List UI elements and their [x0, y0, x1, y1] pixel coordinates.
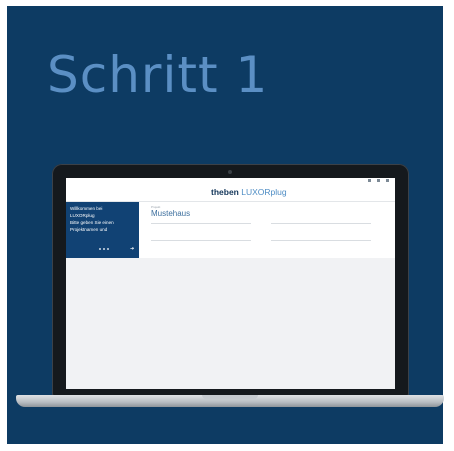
welcome-panel: Willkommen bei LUXORplug Bitte geben Sie… [66, 202, 139, 258]
minimize-icon[interactable] [368, 179, 371, 182]
project-form: Projekt Mustehaus [139, 202, 395, 258]
page-dot[interactable] [103, 248, 105, 250]
welcome-text-line: Willkommen bei [70, 206, 103, 211]
camera-icon [228, 170, 232, 174]
step-title: Schritt 1 [47, 46, 269, 104]
project-name-field[interactable]: Mustehaus [151, 209, 190, 219]
welcome-text-line: LUXORplug [70, 213, 95, 218]
page-dot[interactable] [99, 248, 101, 250]
welcome-text-line: Projektnamen und [70, 227, 108, 232]
empty-content-area [66, 258, 395, 389]
maximize-icon[interactable] [377, 179, 380, 182]
product-name: LUXORplug [241, 187, 287, 197]
laptop-notch [202, 395, 258, 399]
field-underline [271, 223, 371, 224]
app-logo: theben LUXORplug [211, 187, 287, 197]
arrow-right-icon[interactable]: ➜ [130, 246, 134, 252]
field-underline [271, 240, 371, 241]
laptop-base [16, 395, 444, 407]
app-header: theben LUXORplug [66, 183, 395, 202]
laptop-screen: theben LUXORplug Willkommen bei LUXORplu… [66, 178, 395, 389]
laptop: theben LUXORplug Willkommen bei LUXORplu… [52, 164, 409, 396]
welcome-text-line: Bitte geben Sie einen [70, 220, 114, 225]
brand-name: theben [211, 187, 239, 197]
field-underline [151, 240, 251, 241]
page-dot[interactable] [107, 248, 109, 250]
close-icon[interactable] [386, 179, 389, 182]
field-underline [151, 223, 251, 224]
